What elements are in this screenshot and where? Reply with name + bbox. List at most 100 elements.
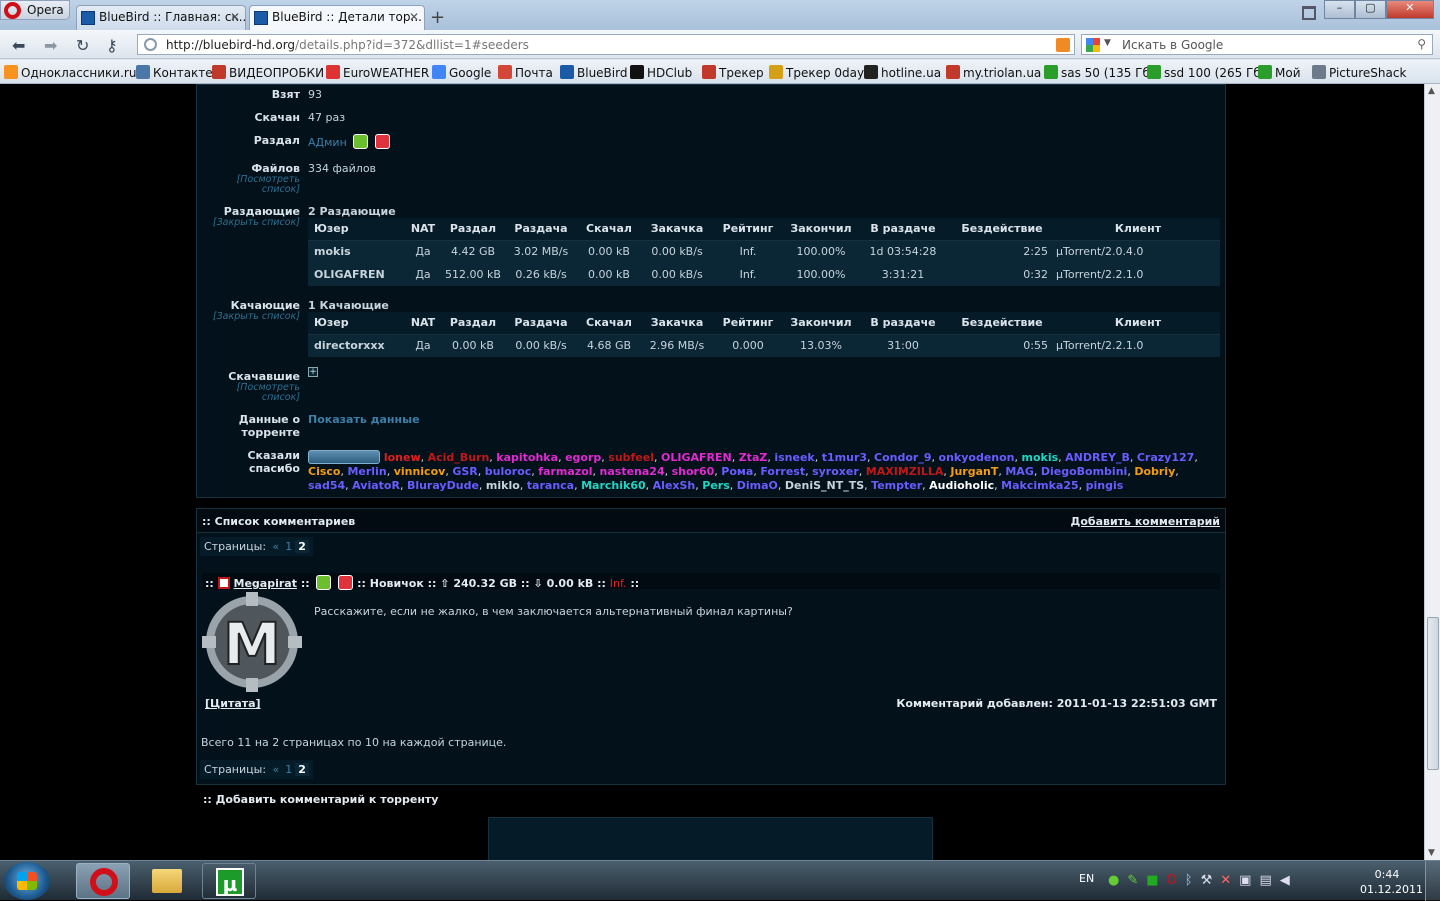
thanks-user-link[interactable]: Condor_9 <box>874 451 931 464</box>
thanks-user-link[interactable]: MAXIMZILLA <box>866 465 944 478</box>
peer-user[interactable]: mokis <box>308 240 406 263</box>
show-desktop-button[interactable] <box>1425 861 1440 901</box>
bookmark-item[interactable]: Почта <box>498 65 553 80</box>
bookmark-item[interactable]: Мой <box>1258 65 1301 80</box>
bookmark-item[interactable]: Google <box>432 65 491 80</box>
comment-editor-box[interactable] <box>488 817 933 860</box>
peer-user[interactable]: directorxxx <box>308 334 406 357</box>
thanks-user-link[interactable]: Crazy127 <box>1137 451 1194 464</box>
search-icon[interactable]: ⚲ <box>1417 37 1426 51</box>
taskbar-opera[interactable] <box>76 863 130 899</box>
forward-icon[interactable]: ➡ <box>44 36 57 55</box>
thanks-user-link[interactable]: kapitohka <box>496 451 558 464</box>
thanks-button[interactable] <box>308 450 380 464</box>
leechers-toggle-link[interactable]: [Закрыть список] <box>200 312 300 322</box>
thanks-user-link[interactable]: nastena24 <box>600 465 665 478</box>
bookmark-item[interactable]: EuroWEATHER <box>326 65 429 80</box>
rss-icon[interactable] <box>1056 38 1070 52</box>
thumbs-up-icon[interactable] <box>316 575 332 590</box>
bookmark-item[interactable]: ВИДЕОПРОБКИ <box>212 65 324 80</box>
thanks-user-link[interactable]: GSR <box>452 465 477 478</box>
thanks-user-link[interactable]: isneek <box>774 451 814 464</box>
thanks-user-link[interactable]: Makcimka25 <box>1001 479 1078 492</box>
thanks-user-link[interactable]: Marchik60 <box>581 479 646 492</box>
thanks-user-link[interactable]: Tempter <box>871 479 922 492</box>
minimize-button[interactable]: – <box>1324 0 1355 19</box>
thanks-user-link[interactable]: Acid_Burn <box>428 451 490 464</box>
vertical-scrollbar[interactable]: ▲ ▼ <box>1424 84 1440 860</box>
address-input[interactable]: http://bluebird-hd.org/details.php?id=37… <box>137 34 1075 55</box>
pager-page-1[interactable]: 1 <box>282 540 295 553</box>
close-window-button[interactable]: ✕ <box>1385 0 1434 19</box>
key-icon[interactable]: ⚷ <box>106 36 118 55</box>
bookmark-item[interactable]: ssd 100 (265 Гб) <box>1147 65 1265 80</box>
thanks-user-link[interactable]: farmazol <box>538 465 592 478</box>
clock[interactable]: 0:44 01.12.2011 <box>1360 867 1423 897</box>
language-indicator[interactable]: EN <box>1079 872 1094 885</box>
bookmark-item[interactable]: Трекер <box>702 65 764 80</box>
quote-link[interactable]: [Цитата] <box>205 697 261 710</box>
tray-power-icon[interactable]: ✕ <box>1220 873 1231 888</box>
thanks-user-link[interactable]: lonew <box>384 451 421 464</box>
peer-user[interactable]: OLIGAFREN <box>308 263 406 286</box>
bookmark-item[interactable]: Трекер 0day <box>769 65 864 80</box>
close-icon[interactable]: ✕ <box>230 10 240 24</box>
tray-device-icon[interactable]: ▣ <box>1239 873 1251 888</box>
opera-menu-button[interactable]: Opera <box>0 0 70 20</box>
thanks-user-link[interactable]: AviatoR <box>352 479 400 492</box>
bookmark-item[interactable]: sas 50 (135 Гб) <box>1044 65 1155 80</box>
seeders-toggle-link[interactable]: [Закрыть список] <box>200 218 300 228</box>
google-icon[interactable] <box>1086 38 1100 52</box>
scroll-up-icon[interactable]: ▲ <box>1428 86 1435 96</box>
bookmark-item[interactable]: my.triolan.ua <box>946 65 1041 80</box>
thanks-user-link[interactable]: ZtaZ <box>739 451 768 464</box>
thanks-user-link[interactable]: DimaO <box>737 479 778 492</box>
search-input[interactable]: ▼ Искать в Google ⚲ <box>1081 34 1433 55</box>
files-toggle-link[interactable]: [Посмотреть список] <box>200 175 300 195</box>
thanks-user-link[interactable]: mokis <box>1022 451 1059 464</box>
thanks-user-link[interactable]: syroxer <box>812 465 859 478</box>
tray-utorrent-icon[interactable]: ■ <box>1146 873 1158 888</box>
bookmark-item[interactable]: Одноклассники.ru <box>4 65 136 80</box>
bookmark-item[interactable]: hotline.ua <box>864 65 941 80</box>
maximize-button[interactable]: ▢ <box>1354 0 1386 19</box>
thanks-user-link[interactable]: OLIGAFREN <box>661 451 732 464</box>
chevron-down-icon[interactable]: ▼ <box>1104 38 1111 48</box>
thanks-user-link[interactable]: AlexSh <box>653 479 696 492</box>
network-icon[interactable]: ▤ <box>1259 873 1271 888</box>
scrollbar-thumb[interactable] <box>1427 617 1439 770</box>
thanks-user-link[interactable]: buloroc <box>485 465 532 478</box>
bluetooth-icon[interactable]: ᛒ <box>1185 873 1193 888</box>
taskbar-explorer[interactable] <box>140 863 194 899</box>
start-button[interactable] <box>4 862 50 900</box>
bookmark-item[interactable]: HDClub <box>630 65 692 80</box>
thanks-user-link[interactable]: DiegoBombini <box>1041 465 1127 478</box>
thanks-user-link[interactable]: Audioholic <box>929 479 994 492</box>
thanks-user-link[interactable]: Рома <box>721 465 753 478</box>
new-tab-icon[interactable]: + <box>430 7 445 28</box>
thanks-user-link[interactable]: taranca <box>527 479 574 492</box>
add-comment-link[interactable]: Добавить комментарий <box>1071 515 1220 528</box>
reload-icon[interactable]: ↻ <box>76 36 89 55</box>
thanks-user-link[interactable]: pingis <box>1086 479 1124 492</box>
thanks-user-link[interactable]: Cisco <box>308 465 340 478</box>
show-torrent-data-link[interactable]: Показать данные <box>308 413 420 426</box>
thanks-user-link[interactable]: BlurayDude <box>407 479 479 492</box>
tray-opera-icon[interactable]: O <box>1167 873 1177 888</box>
completed-toggle-link[interactable]: [Посмотреть список] <box>200 383 300 403</box>
thanks-user-link[interactable]: Pers <box>702 479 730 492</box>
volume-icon[interactable]: ◀ <box>1280 873 1290 888</box>
thumbs-down-icon[interactable] <box>374 134 390 149</box>
tab-main[interactable]: BlueBird :: Главная: ск... ✕ <box>76 5 246 30</box>
pager-page-1[interactable]: 1 <box>282 763 295 776</box>
taskbar-utorrent[interactable]: µ <box>202 863 256 899</box>
thanks-user-link[interactable]: shor60 <box>672 465 715 478</box>
thanks-user-link[interactable]: DeniS_NT_TS <box>785 479 864 492</box>
close-icon[interactable]: ✕ <box>409 10 419 24</box>
thanks-user-link[interactable]: MAG <box>1005 465 1034 478</box>
expand-icon[interactable]: + <box>308 367 318 377</box>
pager-prev[interactable]: « <box>270 763 283 776</box>
thumbs-down-icon[interactable] <box>338 575 354 590</box>
bookmark-item[interactable]: Контакте <box>136 65 213 80</box>
scroll-down-icon[interactable]: ▼ <box>1428 848 1435 858</box>
